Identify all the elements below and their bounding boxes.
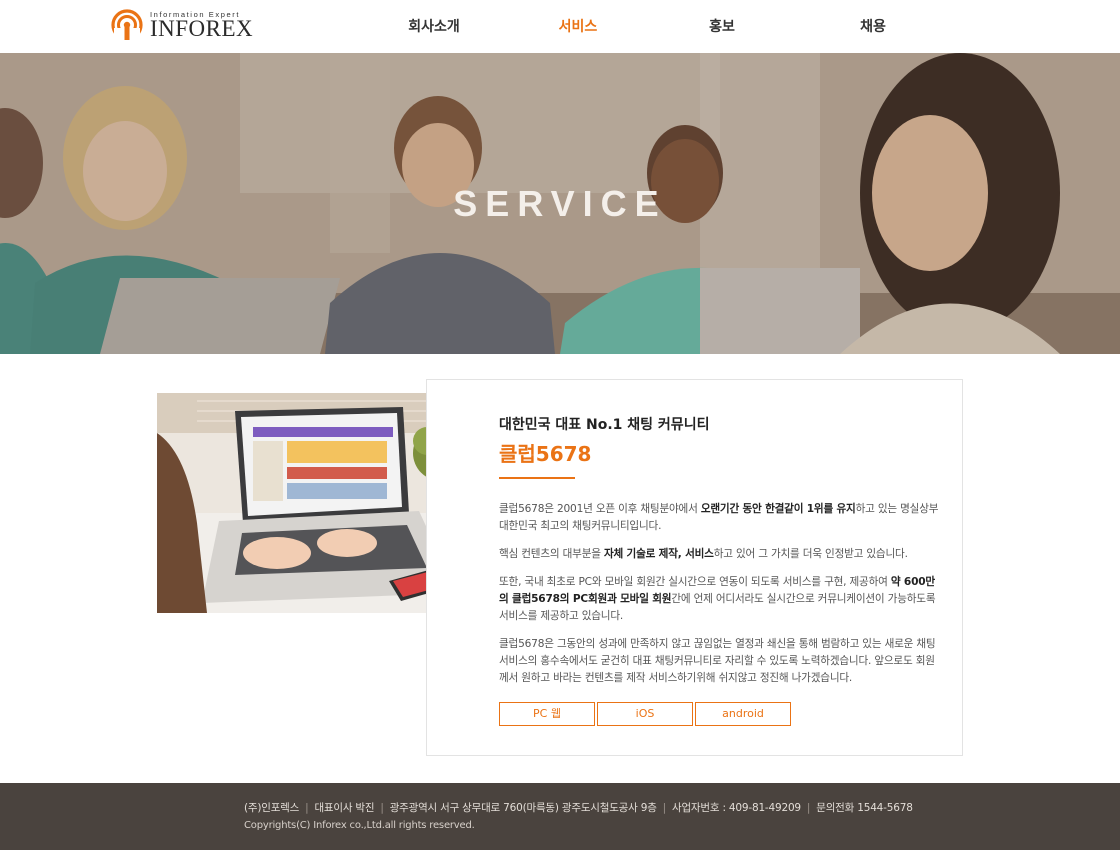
service-paragraph-3: 또한, 국내 최초로 PC와 모바일 회원간 실시간으로 연동이 되도록 서비스…: [499, 574, 939, 625]
text-span: 핵심 컨텐츠의 대부분을: [499, 548, 604, 560]
text-bold: 자체 기술로 제작, 서비스: [603, 548, 714, 560]
text-span: 하고 있어 그 가치를 더욱 인정받고 있습니다.: [713, 548, 908, 560]
service-subtitle: 대한민국 대표 No.1 채팅 커뮤니티: [499, 417, 710, 433]
text-bold: 오랜기간 동안 한결같이 1위를 유지: [700, 503, 856, 515]
nav-item-about[interactable]: 회사소개: [384, 16, 484, 36]
footer-separator: |: [806, 802, 811, 814]
nav-item-pr[interactable]: 홍보: [672, 16, 772, 36]
service-photo: [157, 393, 470, 613]
service-title: 클럽5678: [499, 442, 592, 466]
site-footer: (주)인포렉스 | 대표이사 박진 | 광주광역시 서구 상무대로 760(마륵동) 광…: [0, 783, 1120, 850]
footer-company-info: (주)인포렉스 | 대표이사 박진 | 광주광역시 서구 상무대로 760(마륵동) 광…: [244, 800, 913, 815]
laptop-photo-image: [157, 393, 470, 613]
text-span: 클럽5678은 2001년 오픈 이후 채팅분야에서: [499, 503, 701, 515]
hero-title: SERVICE: [453, 183, 667, 224]
footer-ceo: 대표이사 박진: [314, 802, 375, 814]
footer-business-number: 사업자번호 : 409-81-49209: [672, 802, 801, 814]
service-card: 대한민국 대표 No.1 채팅 커뮤니티 클럽5678 클럽5678은 2001…: [426, 379, 963, 756]
footer-copyright: Copyrights(C) Inforex co.,Ltd.all rights…: [244, 820, 475, 831]
footer-separator: |: [380, 802, 384, 814]
main-nav: 회사소개 서비스 홍보 채용: [0, 16, 1120, 38]
text-span: 또한, 국내 최초로 PC와 모바일 회원간 실시간으로 연동이 되도록 서비스…: [499, 576, 891, 588]
service-paragraph-4: 클럽5678은 그동안의 성과에 만족하지 않고 끊임없는 열정과 쇄신을 통해…: [499, 636, 939, 687]
site-header: Information Expert INFOREX 회사소개 서비스 홍보 채…: [0, 0, 1120, 53]
title-underline: [499, 477, 575, 479]
android-button[interactable]: android: [695, 702, 791, 726]
footer-separator: |: [305, 802, 309, 814]
ios-button[interactable]: iOS: [597, 702, 693, 726]
service-paragraph-2: 핵심 컨텐츠의 대부분을 자체 기술로 제작, 서비스하고 있어 그 가치를 더…: [499, 546, 939, 563]
footer-address: 광주광역시 서구 상무대로 760(마륵동) 광주도시철도공사 9층: [389, 802, 657, 814]
pc-web-button[interactable]: PC 웹: [499, 702, 595, 726]
footer-separator: |: [662, 802, 667, 814]
footer-phone: 문의전화 1544-5678: [816, 802, 913, 814]
hero-banner: SERVICE: [0, 53, 1120, 354]
service-paragraph-1: 클럽5678은 2001년 오픈 이후 채팅분야에서 오랜기간 동안 한결같이 …: [499, 501, 939, 535]
nav-item-recruit[interactable]: 채용: [823, 16, 923, 36]
footer-company-name: (주)인포렉스: [244, 802, 300, 814]
nav-item-service[interactable]: 서비스: [528, 16, 628, 36]
text-span: 클럽5678은 그동안의 성과에 만족하지 않고 끊임없는 열정과 쇄신을 통해…: [499, 638, 936, 684]
